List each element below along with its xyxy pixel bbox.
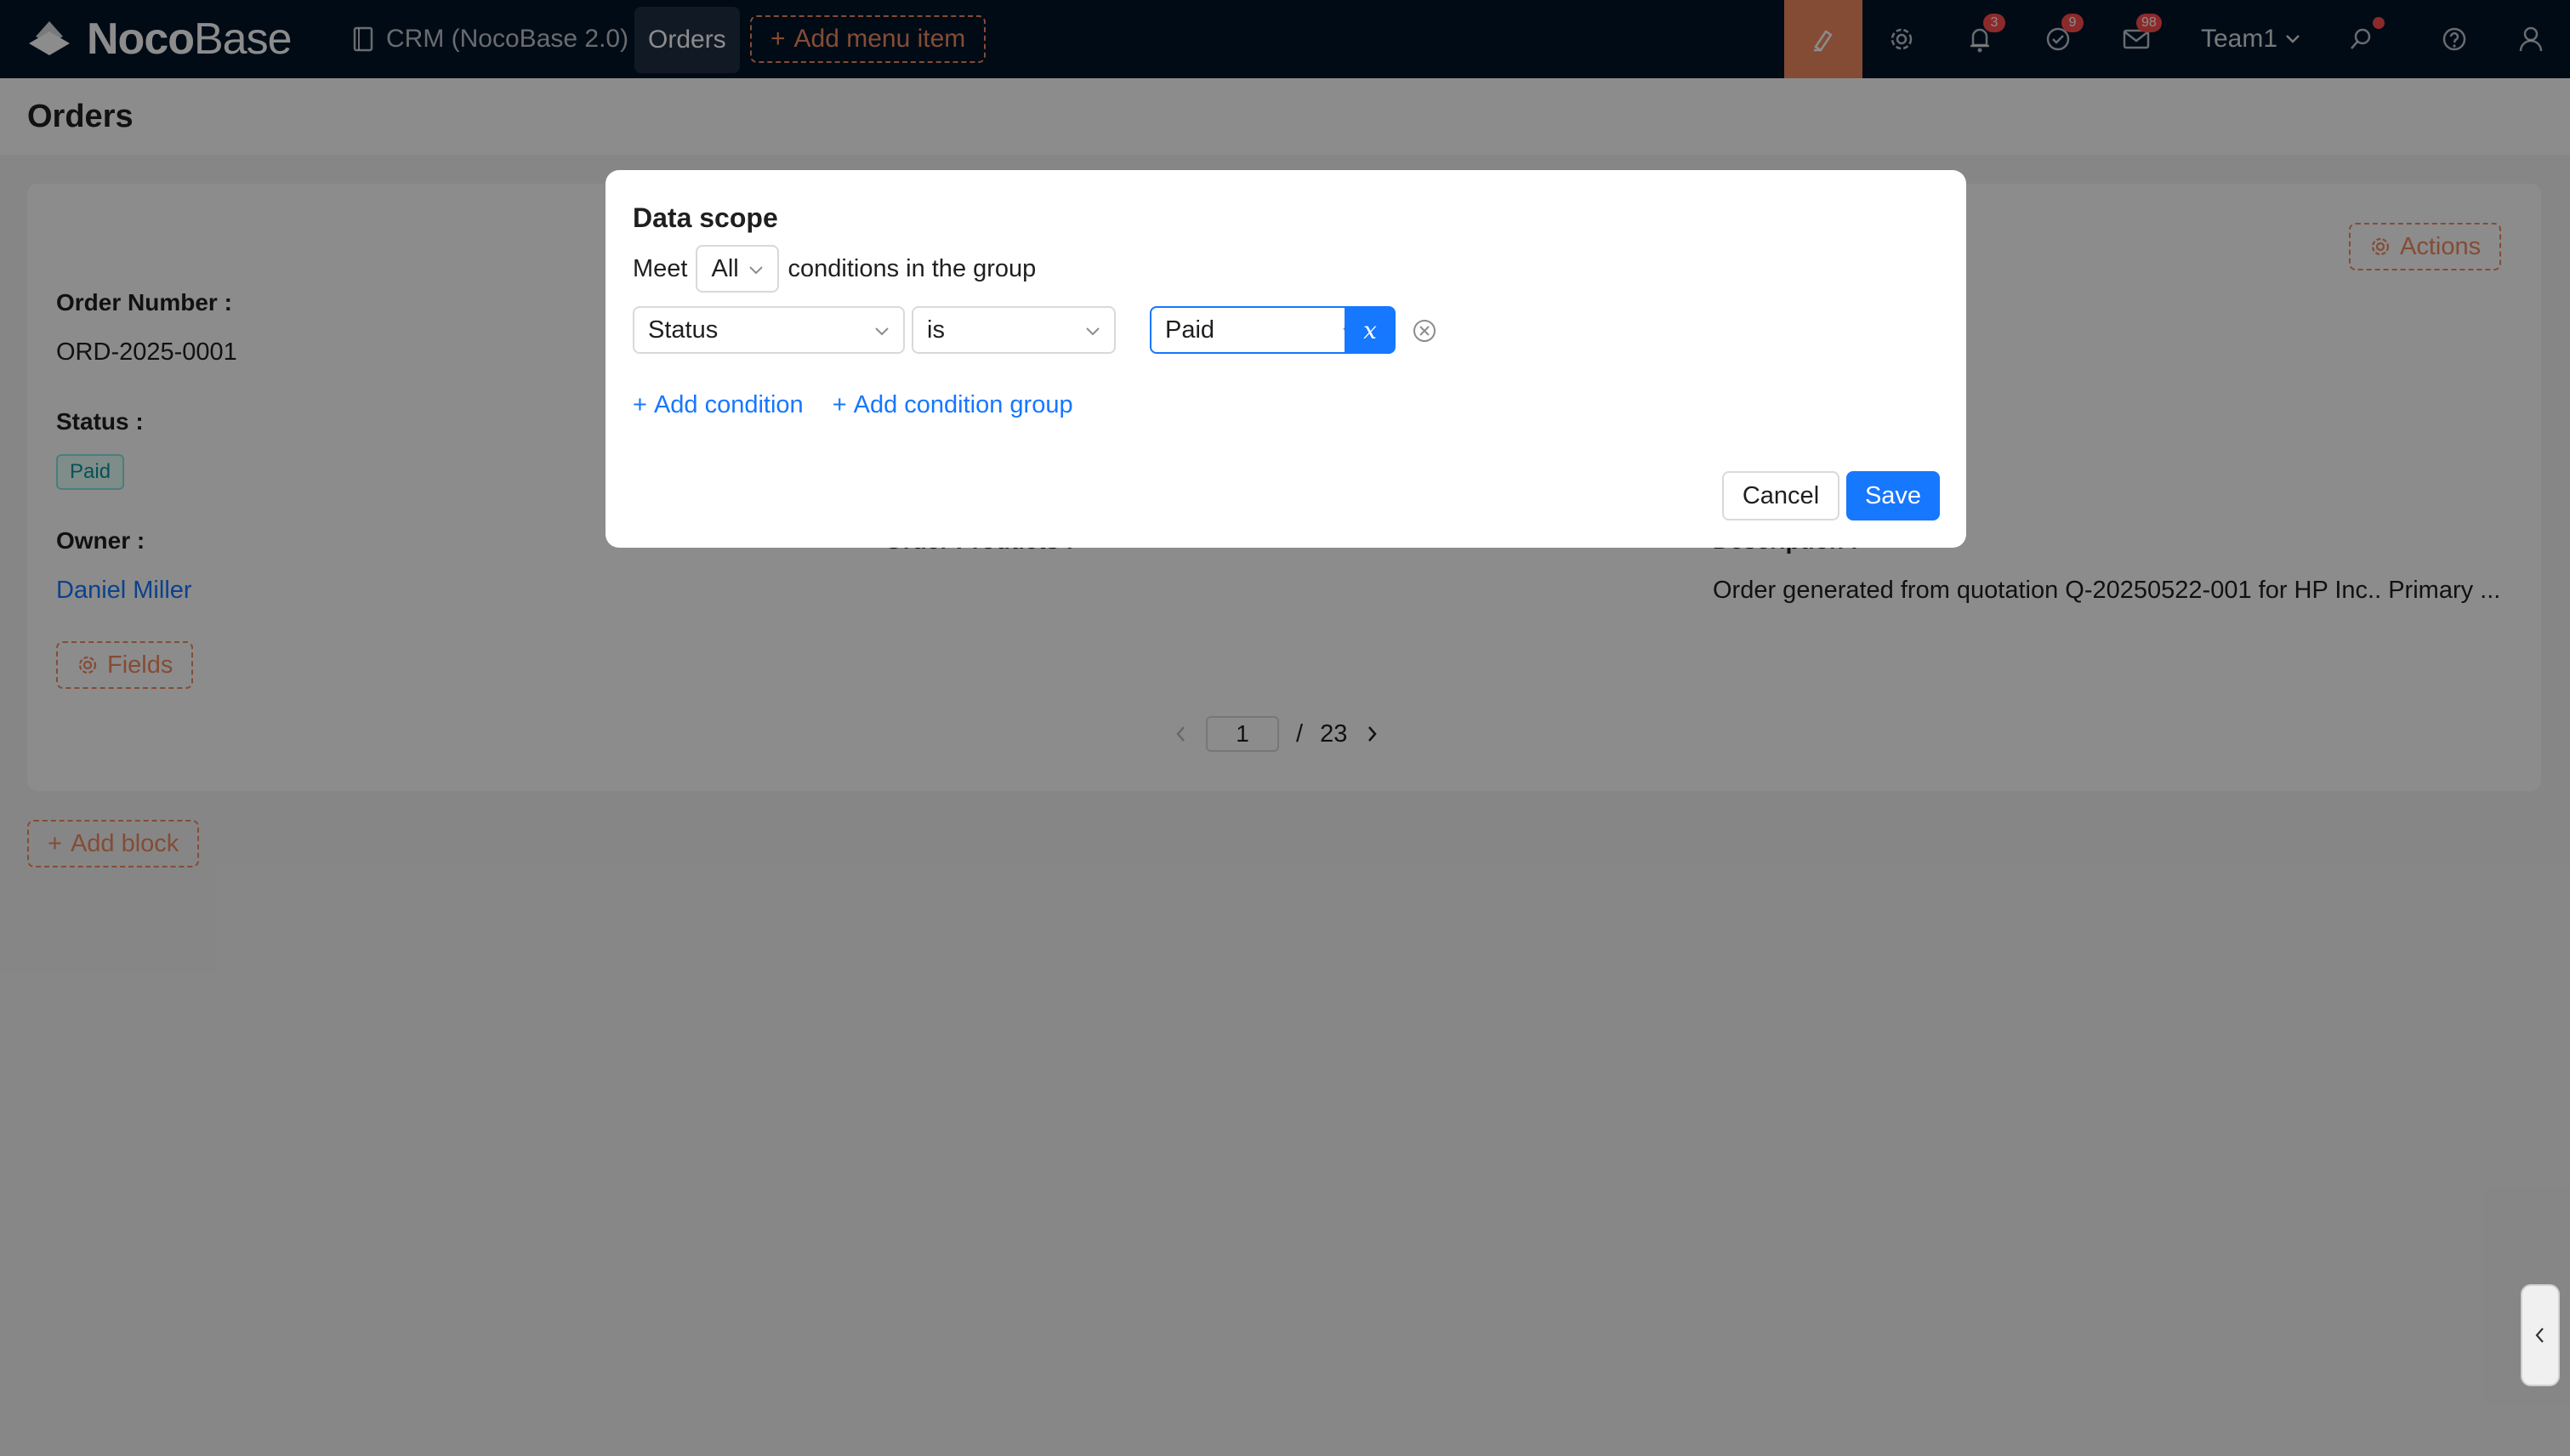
chevron-left-icon — [2535, 1328, 2544, 1343]
add-condition-link[interactable]: + Add condition — [633, 388, 804, 422]
data-scope-modal: Data scope Meet All conditions in the gr… — [606, 170, 1966, 548]
modal-title: Data scope — [633, 202, 778, 233]
remove-condition-icon[interactable] — [1412, 318, 1437, 344]
chevron-down-icon — [1086, 327, 1100, 336]
variable-picker-button[interactable]: x — [1345, 306, 1396, 354]
drawer-toggle-handle[interactable] — [2521, 1284, 2560, 1386]
plus-icon: + — [832, 390, 847, 418]
chevron-down-icon — [749, 266, 764, 275]
meet-conditions-row: Meet All conditions in the group — [633, 245, 1036, 293]
add-condition-links: + Add condition + Add condition group — [633, 388, 1073, 422]
variable-x-icon: x — [1363, 316, 1377, 344]
save-button[interactable]: Save — [1846, 471, 1940, 520]
condition-field-select[interactable]: Status — [633, 306, 905, 354]
condition-value-select[interactable]: Paid — [1150, 306, 1373, 354]
cancel-button[interactable]: Cancel — [1722, 471, 1839, 520]
plus-icon: + — [633, 390, 647, 418]
condition-operator-select[interactable]: is — [912, 306, 1116, 354]
meet-select[interactable]: All — [696, 245, 780, 293]
add-condition-group-link[interactable]: + Add condition group — [833, 388, 1073, 422]
chevron-down-icon — [875, 327, 889, 336]
